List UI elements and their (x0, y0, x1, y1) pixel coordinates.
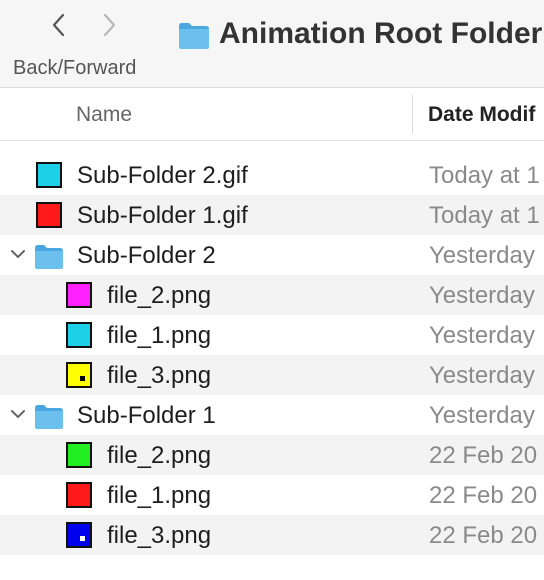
image-file-icon (64, 320, 94, 350)
image-file-icon (64, 480, 94, 510)
folder-row[interactable]: Sub-Folder 1 Yesterday (0, 395, 544, 435)
disclosure-chevron-down-icon[interactable] (9, 407, 27, 421)
disclosure-chevron-down-icon[interactable] (9, 247, 27, 261)
date-modified: 22 Feb 20 (429, 482, 538, 509)
image-file-icon (64, 280, 94, 310)
image-file-icon (64, 440, 94, 470)
back-forward-label: Back/Forward (13, 57, 137, 79)
list-item[interactable]: file_2.png Yesterday (0, 275, 544, 315)
file-list: Sub-Folder 2.gif Today at 1 Sub-Folder 1… (0, 155, 544, 555)
column-header: Name Date Modif (0, 89, 544, 141)
date-modified: Yesterday (429, 242, 535, 269)
file-name: file_3.png (107, 362, 212, 389)
list-item[interactable]: file_3.png 22 Feb 20 (0, 515, 544, 555)
file-name: file_3.png (107, 522, 212, 549)
chevron-right-icon (103, 13, 116, 37)
list-item[interactable]: file_2.png 22 Feb 20 (0, 435, 544, 475)
list-item[interactable]: Sub-Folder 1.gif Today at 1 (0, 195, 544, 235)
column-name[interactable]: Name (76, 103, 132, 127)
image-file-icon (64, 520, 94, 550)
date-modified: Yesterday (429, 322, 535, 349)
file-name: file_2.png (107, 282, 212, 309)
image-file-icon (34, 200, 64, 230)
file-name: Sub-Folder 2.gif (77, 162, 248, 189)
file-name: file_1.png (107, 322, 212, 349)
list-item[interactable]: file_3.png Yesterday (0, 355, 544, 395)
column-date-modified[interactable]: Date Modif (428, 103, 535, 127)
forward-button[interactable] (94, 10, 124, 40)
back-button[interactable] (44, 10, 74, 40)
date-modified: Yesterday (429, 362, 535, 389)
date-modified: Today at 1 (429, 162, 540, 189)
list-item[interactable]: file_1.png Yesterday (0, 315, 544, 355)
folder-name: Sub-Folder 1 (77, 402, 216, 429)
chevron-left-icon (52, 13, 65, 37)
date-modified: 22 Feb 20 (429, 442, 538, 469)
file-name: file_1.png (107, 482, 212, 509)
date-modified: Yesterday (429, 402, 535, 429)
file-name: file_2.png (107, 442, 212, 469)
folder-icon (179, 23, 209, 49)
file-name: Sub-Folder 1.gif (77, 202, 248, 229)
folder-icon (35, 245, 63, 269)
finder-toolbar: Back/Forward Animation Root Folder (0, 0, 544, 88)
folder-row[interactable]: Sub-Folder 2 Yesterday (0, 235, 544, 275)
image-file-icon (64, 360, 94, 390)
column-divider[interactable] (412, 95, 413, 133)
date-modified: 22 Feb 20 (429, 522, 538, 549)
date-modified: Today at 1 (429, 202, 540, 229)
image-file-icon (34, 160, 64, 190)
folder-name: Sub-Folder 2 (77, 242, 216, 269)
list-item[interactable]: Sub-Folder 2.gif Today at 1 (0, 155, 544, 195)
date-modified: Yesterday (429, 282, 535, 309)
window-title: Animation Root Folder (219, 17, 543, 50)
list-item[interactable]: file_1.png 22 Feb 20 (0, 475, 544, 515)
folder-icon (35, 405, 63, 429)
